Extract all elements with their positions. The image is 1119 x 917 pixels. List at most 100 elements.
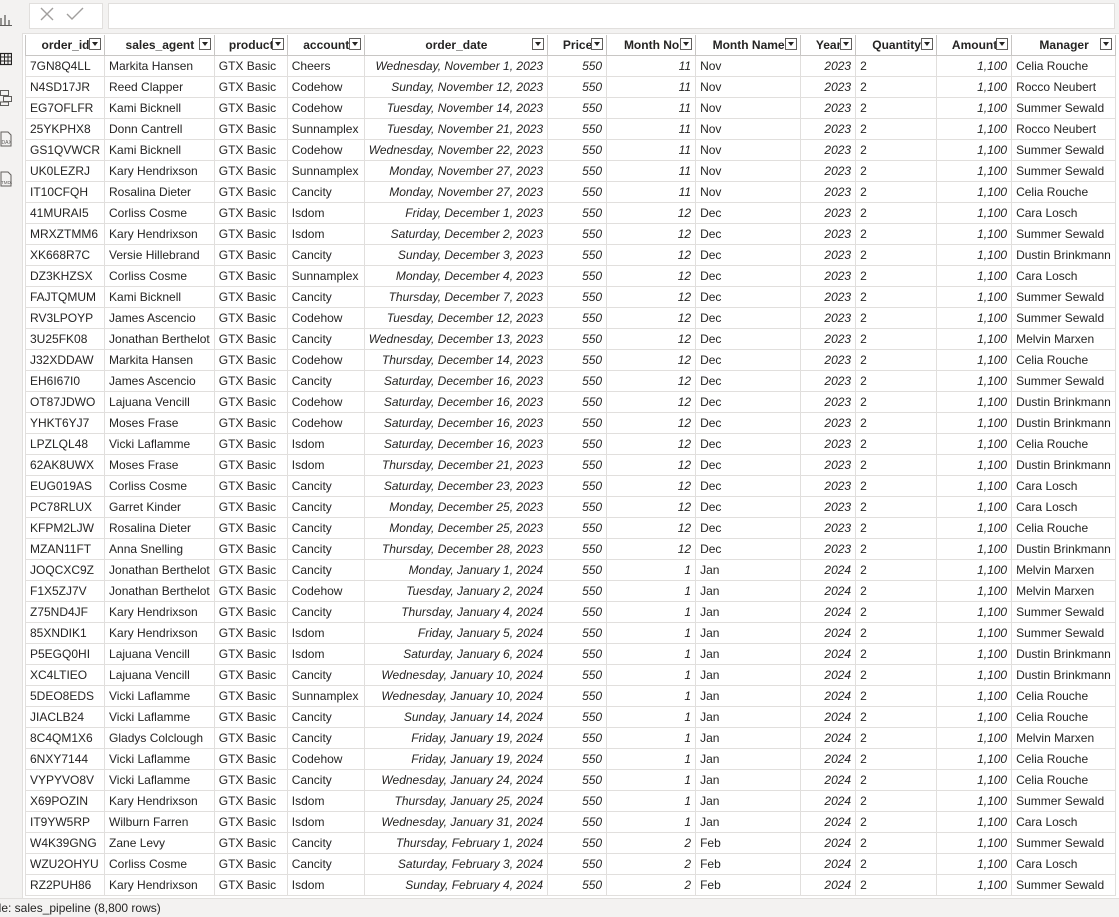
cell-sales-agent[interactable]: Garret Kinder: [104, 496, 215, 518]
cell-order-date[interactable]: Sunday, November 12, 2023: [363, 76, 549, 98]
report-view-icon[interactable]: [0, 8, 16, 30]
cell-price[interactable]: 550: [547, 538, 608, 560]
cell-amount[interactable]: 1,100: [936, 517, 1013, 539]
cell-year[interactable]: 2024: [800, 853, 857, 875]
cell-sales-agent[interactable]: Kami Bicknell: [104, 139, 215, 161]
cell-product[interactable]: GTX Basic: [213, 874, 288, 896]
table-row[interactable]: FAJTQMUM Kami Bicknell GTX Basic Cancity Thu…: [24, 286, 1117, 308]
table-row[interactable]: JOQCXC9Z Jonathan Berthelot GTX Basic Canci…: [24, 559, 1117, 581]
cell-product[interactable]: GTX Basic: [213, 811, 288, 833]
cell-order-date[interactable]: Wednesday, December 13, 2023: [363, 328, 549, 350]
cell-manager[interactable]: Dustin Brinkmann: [1011, 538, 1117, 560]
cell-price[interactable]: 550: [547, 349, 608, 371]
cell-product[interactable]: GTX Basic: [213, 853, 288, 875]
cell-month-no[interactable]: 12: [606, 223, 697, 245]
cell-sales-agent[interactable]: Kary Hendrixson: [104, 790, 215, 812]
cell-price[interactable]: 550: [547, 391, 608, 413]
cell-year[interactable]: 2024: [800, 790, 857, 812]
cell-year[interactable]: 2024: [800, 706, 857, 728]
cell-month-name[interactable]: Dec: [695, 307, 802, 329]
filter-dropdown-icon[interactable]: [1100, 38, 1113, 50]
cell-order-id[interactable]: 8C4QM1X6: [24, 727, 106, 749]
table-row[interactable]: EH6I67I0 James Ascencio GTX Basic Cancity Sa…: [24, 370, 1117, 392]
model-view-icon[interactable]: [0, 87, 16, 109]
tmdl-view-icon[interactable]: TMDL: [0, 168, 16, 190]
table-row[interactable]: OT87JDWO Lajuana Vencill GTX Basic Codehow S…: [24, 391, 1117, 413]
cell-month-no[interactable]: 12: [606, 370, 697, 392]
cell-manager[interactable]: Summer Sewald: [1011, 622, 1117, 644]
cell-order-date[interactable]: Wednesday, January 24, 2024: [363, 769, 549, 791]
cell-order-date[interactable]: Saturday, December 16, 2023: [363, 433, 549, 455]
table-view-icon[interactable]: [0, 48, 16, 70]
cell-year[interactable]: 2023: [800, 244, 857, 266]
cell-year[interactable]: 2024: [800, 580, 857, 602]
cell-sales-agent[interactable]: Anna Snelling: [104, 538, 215, 560]
cell-product[interactable]: GTX Basic: [213, 727, 288, 749]
cell-order-id[interactable]: 3U25FK08: [24, 328, 106, 350]
column-header-year[interactable]: Year: [800, 35, 857, 56]
cell-account[interactable]: Cancity: [286, 538, 365, 560]
cell-year[interactable]: 2023: [800, 412, 857, 434]
cell-quantity[interactable]: 2: [855, 181, 938, 203]
cell-order-id[interactable]: EH6I67I0: [24, 370, 106, 392]
cell-price[interactable]: 550: [547, 874, 608, 896]
cell-order-date[interactable]: Tuesday, November 21, 2023: [363, 118, 549, 140]
filter-dropdown-icon[interactable]: [198, 38, 211, 50]
cell-product[interactable]: GTX Basic: [213, 412, 288, 434]
cell-quantity[interactable]: 2: [855, 769, 938, 791]
cell-account[interactable]: Sunnamplex: [286, 685, 365, 707]
cell-order-date[interactable]: Thursday, February 1, 2024: [363, 832, 549, 854]
cell-account[interactable]: Cancity: [286, 475, 365, 497]
cell-order-date[interactable]: Friday, January 5, 2024: [363, 622, 549, 644]
cell-price[interactable]: 550: [547, 76, 608, 98]
cell-amount[interactable]: 1,100: [936, 139, 1013, 161]
cell-manager[interactable]: Summer Sewald: [1011, 832, 1117, 854]
cell-order-id[interactable]: JOQCXC9Z: [24, 559, 106, 581]
cell-manager[interactable]: Celia Rouche: [1011, 55, 1117, 77]
cell-order-id[interactable]: FAJTQMUM: [24, 286, 106, 308]
cell-order-id[interactable]: DZ3KHZSX: [24, 265, 106, 287]
cell-order-date[interactable]: Thursday, December 7, 2023: [363, 286, 549, 308]
cell-account[interactable]: Cancity: [286, 286, 365, 308]
cell-year[interactable]: 2023: [800, 454, 857, 476]
cell-sales-agent[interactable]: Corliss Cosme: [104, 475, 215, 497]
cell-product[interactable]: GTX Basic: [213, 538, 288, 560]
column-header-amount[interactable]: Amount: [936, 35, 1013, 56]
cell-sales-agent[interactable]: Versie Hillebrand: [104, 244, 215, 266]
cell-quantity[interactable]: 2: [855, 118, 938, 140]
check-icon[interactable]: [66, 7, 84, 26]
cell-amount[interactable]: 1,100: [936, 76, 1013, 98]
cell-order-date[interactable]: Monday, December 4, 2023: [363, 265, 549, 287]
cell-manager[interactable]: Summer Sewald: [1011, 790, 1117, 812]
cell-month-no[interactable]: 1: [606, 790, 697, 812]
cell-account[interactable]: Isdom: [286, 874, 365, 896]
cell-month-name[interactable]: Jan: [695, 769, 802, 791]
cell-manager[interactable]: Celia Rouche: [1011, 517, 1117, 539]
cell-account[interactable]: Codehow: [286, 76, 365, 98]
cell-order-date[interactable]: Thursday, December 14, 2023: [363, 349, 549, 371]
cell-quantity[interactable]: 2: [855, 748, 938, 770]
cell-sales-agent[interactable]: Lajuana Vencill: [104, 664, 215, 686]
cell-sales-agent[interactable]: Vicki Laflamme: [104, 706, 215, 728]
table-row[interactable]: LPZLQL48 Vicki Laflamme GTX Basic Isdom Satu…: [24, 433, 1117, 455]
cell-sales-agent[interactable]: Moses Frase: [104, 412, 215, 434]
cell-month-name[interactable]: Nov: [695, 97, 802, 119]
cell-month-no[interactable]: 11: [606, 160, 697, 182]
table-row[interactable]: 41MURAI5 Corliss Cosme GTX Basic Isdom Frida…: [24, 202, 1117, 224]
cell-order-id[interactable]: LPZLQL48: [24, 433, 106, 455]
cell-order-id[interactable]: IT10CFQH: [24, 181, 106, 203]
table-row[interactable]: WZU2OHYU Corliss Cosme GTX Basic Cancity Sat…: [24, 853, 1117, 875]
cell-amount[interactable]: 1,100: [936, 370, 1013, 392]
cell-price[interactable]: 550: [547, 517, 608, 539]
cell-quantity[interactable]: 2: [855, 97, 938, 119]
cell-order-id[interactable]: GS1QVWCR: [24, 139, 106, 161]
cell-manager[interactable]: Melvin Marxen: [1011, 580, 1117, 602]
cell-month-no[interactable]: 1: [606, 664, 697, 686]
cell-quantity[interactable]: 2: [855, 265, 938, 287]
cell-sales-agent[interactable]: Kami Bicknell: [104, 286, 215, 308]
cell-account[interactable]: Cheers: [286, 55, 365, 77]
cell-manager[interactable]: Cara Losch: [1011, 811, 1117, 833]
cell-quantity[interactable]: 2: [855, 328, 938, 350]
cell-price[interactable]: 550: [547, 307, 608, 329]
cell-amount[interactable]: 1,100: [936, 664, 1013, 686]
